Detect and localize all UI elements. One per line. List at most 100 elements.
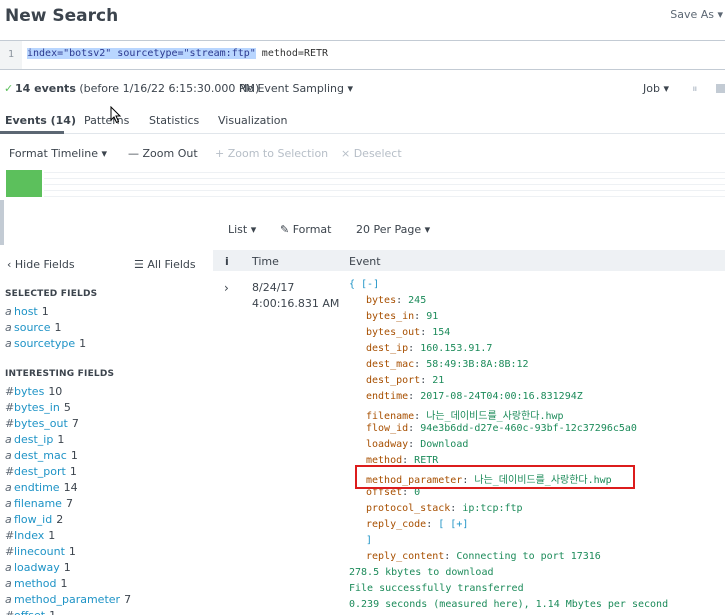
tab-events[interactable]: Events (14) — [5, 114, 76, 127]
field-item-bytes-out[interactable]: #bytes_out 7 — [5, 417, 79, 430]
event-field-key[interactable]: filename — [366, 411, 414, 422]
event-field-value[interactable]: [ [+] — [438, 519, 468, 530]
field-count: 1 — [63, 561, 71, 574]
event-field-value[interactable]: 2017-08-24T04:00:16.831294Z — [420, 391, 583, 402]
field-name[interactable]: bytes — [14, 385, 44, 398]
field-name[interactable]: dest_port — [14, 465, 66, 478]
field-count: 1 — [48, 529, 56, 542]
expand-event-icon[interactable]: › — [224, 281, 229, 295]
format-timeline-dropdown[interactable]: Format Timeline ▾ — [9, 147, 107, 160]
field-name[interactable]: offset — [14, 609, 45, 615]
event-field-value[interactable]: 94e3b6dd-d27e-460c-93bf-12c37296c5a0 — [420, 423, 637, 434]
field-item-offset[interactable]: #offset 1 — [5, 609, 56, 615]
save-as-button[interactable]: Save As ▾ — [670, 8, 723, 21]
field-item-dest-port[interactable]: #dest_port 1 — [5, 465, 77, 478]
event-count: 14 events (before 1/16/22 6:15:30.000 PM… — [15, 82, 259, 95]
event-field-value[interactable]: Connecting to port 17316 — [456, 551, 601, 562]
field-name[interactable]: endtime — [14, 481, 60, 494]
event-field-value[interactable]: ip:tcp:ftp — [462, 503, 522, 514]
status-row: ✓ 14 events (before 1/16/22 6:15:30.000 … — [0, 78, 725, 100]
timeline-chart[interactable] — [0, 168, 725, 200]
time-column-header[interactable]: Time — [252, 255, 279, 268]
event-field-reply-code: reply_code: [ [+] — [366, 519, 469, 530]
field-item-bytes-in[interactable]: #bytes_in 5 — [5, 401, 71, 414]
zoom-out-button[interactable]: — Zoom Out — [128, 147, 198, 160]
field-type-icon: # — [5, 465, 15, 478]
tab-visualization[interactable]: Visualization — [218, 114, 287, 127]
field-item-dest-ip[interactable]: a dest_ip 1 — [5, 433, 64, 446]
field-name[interactable]: bytes_in — [14, 401, 60, 414]
event-field-filename: filename: 나는_데이비드를_사랑한다.hwp — [366, 411, 564, 422]
tab-statistics[interactable]: Statistics — [149, 114, 199, 127]
results-tabs: Events (14) Patterns Statistics Visualiz… — [0, 106, 725, 134]
event-field-value[interactable]: 91 — [426, 311, 438, 322]
field-name[interactable]: dest_mac — [14, 449, 67, 462]
stop-icon[interactable] — [716, 84, 725, 93]
deselect-button[interactable]: × Deselect — [341, 147, 402, 160]
field-name[interactable]: bytes_out — [14, 417, 68, 430]
event-field-key[interactable]: dest_ip — [366, 343, 408, 354]
field-name[interactable]: Index — [14, 529, 44, 542]
field-count: 14 — [63, 481, 78, 494]
field-item-method-parameter[interactable]: a method_parameter 7 — [5, 593, 131, 606]
field-item-sourcetype[interactable]: a sourcetype 1 — [5, 337, 86, 350]
field-name[interactable]: source — [14, 321, 51, 334]
field-name[interactable]: method_parameter — [14, 593, 120, 606]
event-field-value[interactable]: 나는_데이비드를_사랑한다.hwp — [426, 411, 563, 422]
event-field-key[interactable]: dest_mac — [366, 359, 414, 370]
event-field-value[interactable]: 58:49:3B:8A:8B:12 — [426, 359, 528, 370]
search-query-input[interactable]: index="botsv2" sourcetype="stream:ftp" m… — [27, 48, 328, 59]
field-count: 7 — [124, 593, 132, 606]
interesting-fields-heading: INTERESTING FIELDS — [5, 369, 115, 379]
event-field-value[interactable]: 245 — [408, 295, 426, 306]
field-item-host[interactable]: a host 1 — [5, 305, 49, 318]
event-field-key[interactable]: flow_id — [366, 423, 408, 434]
per-page-dropdown[interactable]: 20 Per Page ▾ — [356, 223, 430, 236]
json-open-brace[interactable]: { [-] — [349, 279, 379, 290]
timeline-bar[interactable] — [6, 170, 42, 197]
field-item-filename[interactable]: a filename 7 — [5, 497, 73, 510]
job-menu[interactable]: Job ▾ — [643, 82, 669, 95]
field-name[interactable]: linecount — [14, 545, 65, 558]
field-item-flow-id[interactable]: a flow_id 2 — [5, 513, 63, 526]
event-field-key[interactable]: bytes_out — [366, 327, 420, 338]
event-sampling-dropdown[interactable]: No Event Sampling ▾ — [239, 82, 353, 95]
tab-patterns[interactable]: Patterns — [84, 114, 129, 127]
event-field-value[interactable]: 160.153.91.7 — [420, 343, 492, 354]
search-bar[interactable]: 1 index="botsv2" sourcetype="stream:ftp"… — [0, 40, 725, 70]
event-field-value[interactable]: 154 — [432, 327, 450, 338]
hide-fields-button[interactable]: ‹ Hide Fields — [7, 258, 75, 271]
fields-sidebar: ‹ Hide Fields ☰ All Fields SELECTED FIEL… — [0, 250, 213, 615]
event-field-key[interactable]: protocol_stack — [366, 503, 450, 514]
format-button[interactable]: ✎ Format — [280, 223, 331, 236]
event-field-value[interactable]: Download — [420, 439, 468, 450]
field-name[interactable]: filename — [14, 497, 62, 510]
list-view-dropdown[interactable]: List ▾ — [228, 223, 256, 236]
field-name[interactable]: loadway — [14, 561, 60, 574]
event-field-key[interactable]: bytes_in — [366, 311, 414, 322]
event-field-key[interactable]: bytes — [366, 295, 396, 306]
event-field-key[interactable]: dest_port — [366, 375, 420, 386]
event-field-value[interactable]: 21 — [432, 375, 444, 386]
event-field-key[interactable]: loadway — [366, 439, 408, 450]
pause-icon[interactable]: ⏸ — [692, 82, 698, 96]
event-field-key[interactable]: reply_content — [366, 551, 444, 562]
field-name[interactable]: host — [14, 305, 38, 318]
field-item-dest-mac[interactable]: a dest_mac 1 — [5, 449, 78, 462]
field-name[interactable]: dest_ip — [14, 433, 53, 446]
field-item-bytes[interactable]: #bytes 10 — [5, 385, 62, 398]
zoom-to-selection-button[interactable]: + Zoom to Selection — [215, 147, 328, 160]
all-fields-button[interactable]: ☰ All Fields — [134, 258, 196, 271]
field-item-method[interactable]: a method 1 — [5, 577, 67, 590]
field-item-source[interactable]: a source 1 — [5, 321, 62, 334]
field-item-index[interactable]: #Index 1 — [5, 529, 55, 542]
event-field-key[interactable]: reply_code — [366, 519, 426, 530]
field-name[interactable]: method — [14, 577, 56, 590]
field-item-linecount[interactable]: #linecount 1 — [5, 545, 76, 558]
field-name[interactable]: flow_id — [14, 513, 52, 526]
field-item-endtime[interactable]: a endtime 14 — [5, 481, 78, 494]
raw-line: File successfully transferred — [349, 583, 524, 594]
field-name[interactable]: sourcetype — [14, 337, 75, 350]
event-field-key[interactable]: endtime — [366, 391, 408, 402]
field-item-loadway[interactable]: a loadway 1 — [5, 561, 71, 574]
